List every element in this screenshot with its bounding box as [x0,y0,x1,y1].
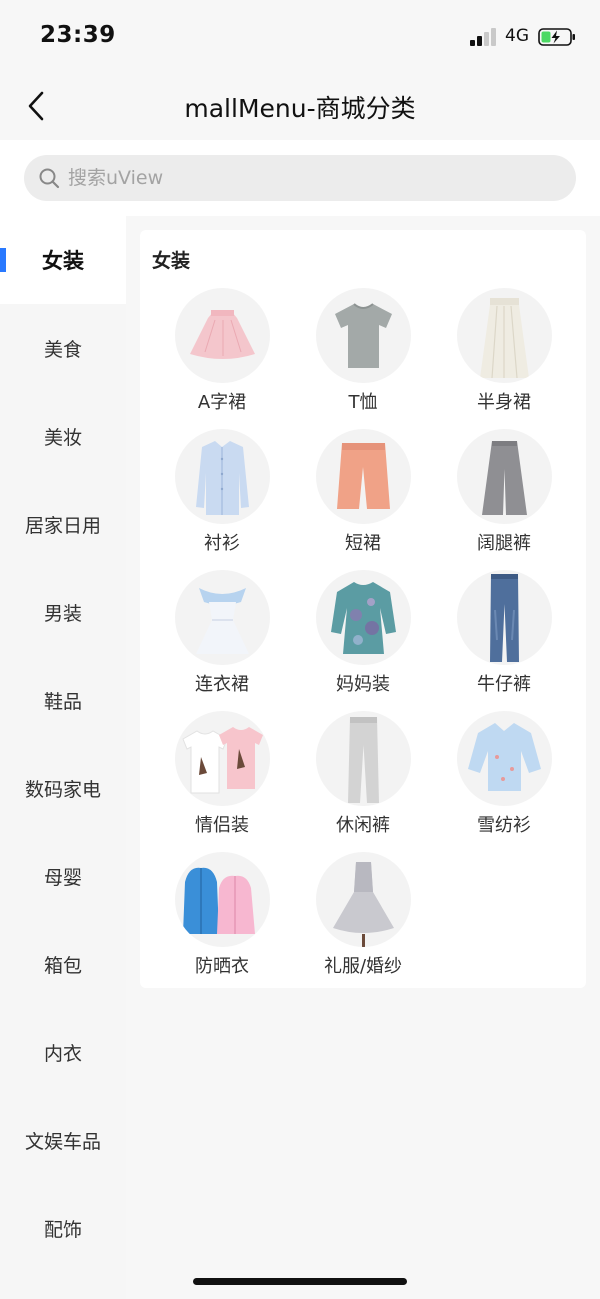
grid-item[interactable]: 休闲裤 [293,711,433,852]
sidebar-item-label: 箱包 [43,954,82,977]
status-time: 23:39 [40,22,116,48]
sidebar-item-label: 鞋品 [43,690,82,713]
grid-item[interactable]: 阔腿裤 [434,429,574,570]
sidebar-item-label: 美食 [43,338,82,361]
grid-item-label: 半身裙 [477,392,531,413]
sidebar-item-home[interactable]: 居家日用 [0,480,126,568]
a-line-skirt-icon [175,288,270,383]
grid-item[interactable]: 防晒衣 [152,852,292,993]
sidebar-item-mens[interactable]: 男装 [0,568,126,656]
sidebar-item-accessories[interactable]: 配饰 [0,1184,126,1272]
sidebar-item-beauty[interactable]: 美妆 [0,392,126,480]
grid-item-label: 礼服/婚纱 [323,956,403,977]
couple-tshirt-icon [175,711,270,806]
shirt-icon [175,429,270,524]
sidebar-item-food[interactable]: 美食 [0,304,126,392]
sidebar-item-label: 内衣 [43,1042,82,1065]
sidebar-item-bags[interactable]: 箱包 [0,920,126,1008]
network-type: 4G [505,26,529,46]
midi-skirt-icon [457,288,552,383]
sidebar-item-electronics[interactable]: 数码家电 [0,744,126,832]
sidebar-item-label: 数码家电 [24,778,101,801]
grid-item[interactable]: A字裙 [152,288,292,429]
dress-icon [175,570,270,665]
grid-item[interactable]: 妈妈装 [293,570,433,711]
search-bar [0,140,600,216]
sidebar-item-underwear[interactable]: 内衣 [0,1008,126,1096]
sidebar-item-label: 女装 [42,249,84,273]
tshirt-icon [316,288,411,383]
grid-item[interactable]: 情侣装 [152,711,292,852]
tunic-icon [316,570,411,665]
grid-item-label: A字裙 [197,392,247,413]
grid-item-label: 雪纺衫 [477,815,531,836]
grid-item[interactable]: T恤 [293,288,433,429]
status-bar: 23:39 4G [0,0,600,72]
grid-item[interactable]: 礼服/婚纱 [293,852,433,993]
sidebar-item-label: 美妆 [43,426,82,449]
grid-item[interactable]: 牛仔裤 [434,570,574,711]
grid-item-label: 妈妈装 [336,674,390,695]
category-sidebar: 女装 美食 美妆 居家日用 男装 鞋品 数码家电 母婴 箱包 内衣 文娱车品 配… [0,216,126,1299]
grid-item-label: 衬衫 [204,533,240,554]
sidebar-item-womens[interactable]: 女装 [0,216,126,304]
search-box[interactable] [24,155,576,201]
grid-item-label: 阔腿裤 [477,533,531,554]
battery-icon [538,28,575,46]
wide-pants-icon [457,429,552,524]
sidebar-item-shoes[interactable]: 鞋品 [0,656,126,744]
grid-item[interactable]: 连衣裙 [152,570,292,711]
grid-item-label: 牛仔裤 [477,674,531,695]
grid-item[interactable]: 短裙 [293,429,433,570]
grid-item-label: 防晒衣 [195,956,249,977]
shorts-icon [316,429,411,524]
jeans-icon [457,570,552,665]
section-title: 女装 [152,250,191,272]
navigation-bar: mallMenu-商城分类 [0,72,600,140]
category-card: 女装 A字裙 T恤 半身裙 衬衫 短裙 阔腿裤 连衣裙 妈妈装 牛仔裤 情侣装 … [140,230,586,988]
grid-item-label: T恤 [348,392,378,413]
sidebar-item-baby[interactable]: 母婴 [0,832,126,920]
grid-item[interactable]: 雪纺衫 [434,711,574,852]
grid-item-label: 休闲裤 [336,815,390,836]
page-title: mallMenu-商城分类 [184,94,416,123]
grid-item[interactable]: 衬衫 [152,429,292,570]
sidebar-item-entertainment[interactable]: 文娱车品 [0,1096,126,1184]
home-indicator [193,1278,407,1285]
casual-pants-icon [316,711,411,806]
chiffon-blouse-icon [457,711,552,806]
sun-jacket-icon [175,852,270,947]
category-content: 女装 A字裙 T恤 半身裙 衬衫 短裙 阔腿裤 连衣裙 妈妈装 牛仔裤 情侣装 … [126,216,600,1299]
grid-item[interactable]: 半身裙 [434,288,574,429]
gown-icon [316,852,411,947]
sidebar-item-label: 配饰 [43,1218,82,1241]
sidebar-item-label: 男装 [43,602,82,625]
sidebar-item-label: 母婴 [43,866,82,889]
search-icon [39,168,60,189]
grid-item-label: 短裙 [345,533,381,554]
sidebar-item-label: 文娱车品 [24,1130,101,1153]
signal-icon [470,28,498,46]
grid-item-label: 连衣裙 [195,674,249,695]
sidebar-item-label: 居家日用 [24,514,101,537]
search-input[interactable] [68,167,548,189]
grid-item-label: 情侣装 [195,815,249,836]
